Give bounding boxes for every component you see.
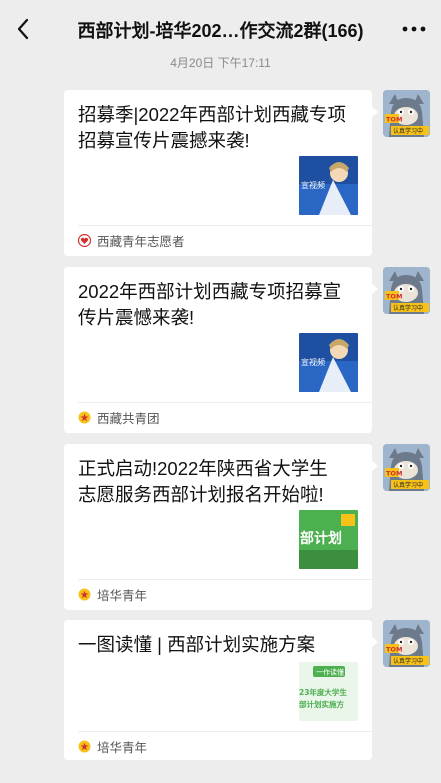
more-dots-icon [402, 26, 426, 32]
article-card[interactable]: 招募季|2022年西部计划西藏专项 招募宣传片震撼来袭! 宣视频 西藏青年志愿者 [64, 90, 372, 256]
article-source-name: 培华青年 [97, 588, 148, 603]
chat-title: 西部计划-培华202…作交流2群(166) [77, 21, 364, 41]
bubble-tail [371, 106, 378, 118]
article-title: 正式启动!2022年陕西省大学生 志愿服务西部计划报名开始啦! [78, 456, 358, 508]
article-source: 西藏共青团 [78, 403, 160, 431]
youth-league-emblem-icon [78, 588, 91, 600]
more-button[interactable] [397, 12, 431, 46]
article-card[interactable]: 2022年西部计划西藏专项招募宣 传片震憾来袭! 宣视频 西藏共青团 [64, 267, 372, 433]
svg-text:部计划: 部计划 [300, 530, 342, 547]
article-title-line: 传片震憾来袭! [78, 307, 195, 328]
avatar[interactable]: TOM 认真学习中 [383, 90, 430, 137]
article-thumbnail: 一作读懂 23年度大学生 部计划实施方 [299, 662, 358, 721]
svg-text:一作读懂: 一作读懂 [316, 668, 344, 677]
svg-text:认真学习中: 认真学习中 [393, 127, 423, 135]
article-title-line: 正式启动!2022年陕西省大学生 [78, 458, 328, 479]
svg-text:认真学习中: 认真学习中 [393, 481, 423, 489]
article-source: 西藏青年志愿者 [78, 226, 185, 254]
svg-text:TOM: TOM [386, 470, 402, 478]
svg-text:23年度大学生: 23年度大学生 [299, 687, 347, 697]
article-thumbnail: 宣视频 [299, 156, 358, 215]
svg-text:TOM: TOM [386, 646, 402, 654]
article-card[interactable]: 正式启动!2022年陕西省大学生 志愿服务西部计划报名开始啦! 部计划 培华青年 [64, 444, 372, 610]
avatar[interactable]: TOM 认真学习中 [383, 267, 430, 314]
article-source: 培华青年 [78, 580, 147, 608]
avatar[interactable]: TOM 认真学习中 [383, 620, 430, 667]
svg-text:认真学习中: 认真学习中 [393, 304, 423, 312]
message-timestamp: 4月20日 下午17:11 [170, 56, 271, 70]
svg-text:TOM: TOM [386, 293, 402, 301]
article-title: 招募季|2022年西部计划西藏专项 招募宣传片震撼来袭! [78, 102, 358, 154]
article-thumbnail: 部计划 [299, 510, 358, 569]
youth-league-emblem-icon [78, 411, 91, 423]
chevron-left-icon [17, 18, 29, 40]
volunteer-heart-icon [78, 233, 91, 247]
article-source-name: 西藏青年志愿者 [97, 234, 185, 249]
youth-league-emblem-icon [78, 740, 91, 752]
svg-text:宣视频: 宣视频 [301, 357, 325, 367]
bubble-tail [371, 283, 378, 295]
svg-text:部计划实施方: 部计划实施方 [299, 699, 344, 709]
article-source-name: 西藏共青团 [97, 411, 160, 426]
article-source-name: 培华青年 [97, 740, 148, 755]
article-title-line: 招募季|2022年西部计划西藏专项 [78, 104, 346, 125]
article-title-line: 一图读懂 | 西部计划实施方案 [78, 634, 316, 655]
article-title-line: 2022年西部计划西藏专项招募宣 [78, 281, 342, 302]
bubble-tail [371, 636, 378, 648]
bubble-tail [371, 460, 378, 472]
article-thumbnail: 宣视频 [299, 333, 358, 392]
top-bar: 西部计划-培华202…作交流2群(166) [0, 0, 441, 58]
article-source: 培华青年 [78, 732, 147, 760]
back-button[interactable] [6, 12, 40, 46]
svg-text:认真学习中: 认真学习中 [393, 657, 423, 665]
article-card[interactable]: 一图读懂 | 西部计划实施方案 一作读懂 23年度大学生 部计划实施方 培华青年 [64, 620, 372, 760]
svg-text:宣视频: 宣视频 [301, 180, 325, 190]
article-title-line: 志愿服务西部计划报名开始啦! [78, 484, 324, 505]
svg-text:TOM: TOM [386, 116, 402, 124]
article-title: 一图读懂 | 西部计划实施方案 [78, 632, 358, 658]
avatar[interactable]: TOM 认真学习中 [383, 444, 430, 491]
article-title-line: 招募宣传片震撼来袭! [78, 130, 250, 151]
article-title: 2022年西部计划西藏专项招募宣 传片震憾来袭! [78, 279, 358, 331]
